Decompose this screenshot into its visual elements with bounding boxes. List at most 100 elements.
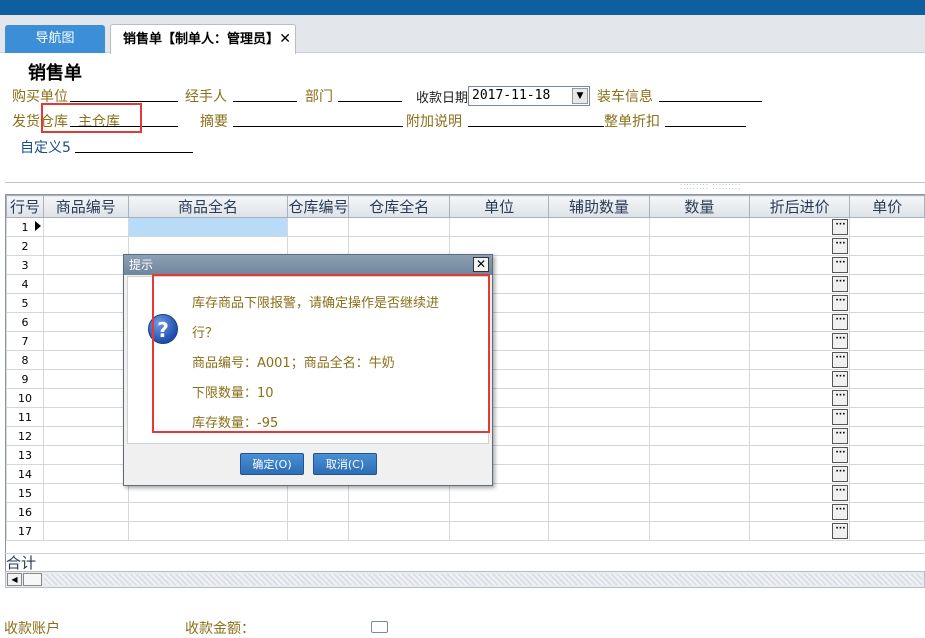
grid-cell[interactable] xyxy=(348,502,451,522)
grid-cell[interactable] xyxy=(648,312,750,332)
grid-cell[interactable] xyxy=(548,350,650,370)
grid-cell[interactable] xyxy=(648,521,750,541)
grid-cell[interactable] xyxy=(648,464,750,484)
ok-button[interactable]: 确定(O) xyxy=(240,453,304,475)
grid-cell[interactable] xyxy=(42,255,129,275)
row-number[interactable]: 17 xyxy=(6,521,44,541)
grid-cell[interactable]: ··· xyxy=(748,350,851,370)
grid-cell[interactable] xyxy=(648,502,750,522)
note-field[interactable] xyxy=(468,126,604,127)
grid-cell[interactable] xyxy=(548,312,650,332)
grid-cell[interactable] xyxy=(42,217,129,237)
grid-cell[interactable] xyxy=(548,255,650,275)
table-row[interactable]: 17 ··· xyxy=(6,521,925,541)
tab-sales-order[interactable]: 销售单【制单人：管理员】 ✕ xyxy=(110,24,296,54)
grid-cell[interactable] xyxy=(548,502,650,522)
row-number[interactable]: 6 xyxy=(6,312,44,332)
ellipsis-button[interactable]: ··· xyxy=(832,276,849,292)
grid-cell[interactable] xyxy=(348,521,451,541)
ellipsis-button[interactable]: ··· xyxy=(832,371,849,387)
ellipsis-button[interactable]: ··· xyxy=(832,409,849,425)
ellipsis-button[interactable]: ··· xyxy=(832,333,849,349)
grid-cell[interactable]: ··· xyxy=(748,388,851,408)
grid-cell[interactable] xyxy=(849,274,925,294)
grid-cell[interactable] xyxy=(449,521,550,541)
grid-cell[interactable] xyxy=(548,274,650,294)
grid-cell[interactable] xyxy=(449,483,550,503)
ellipsis-button[interactable]: ··· xyxy=(832,428,849,444)
grid-cell[interactable] xyxy=(648,407,750,427)
col-header-qty[interactable]: 数量 xyxy=(648,195,750,218)
grid-cell[interactable] xyxy=(849,407,925,427)
ellipsis-button[interactable]: ··· xyxy=(832,219,849,235)
grid-cell[interactable] xyxy=(287,521,350,541)
grid-cell[interactable]: ··· xyxy=(748,407,851,427)
grid-cell[interactable] xyxy=(42,483,129,503)
ellipsis-button[interactable]: ··· xyxy=(832,257,849,273)
grid-cell[interactable] xyxy=(127,217,289,237)
chevron-down-icon[interactable]: ▼ xyxy=(572,88,588,104)
dialog-title-bar[interactable]: 提示 ✕ xyxy=(124,255,492,275)
ellipsis-button[interactable]: ··· xyxy=(832,447,849,463)
horizontal-scrollbar[interactable]: ◀ xyxy=(5,571,925,588)
grid-cell[interactable] xyxy=(648,445,750,465)
row-number[interactable]: 14 xyxy=(6,464,44,484)
grid-cell[interactable] xyxy=(42,426,129,446)
cancel-button[interactable]: 取消(C) xyxy=(313,453,377,475)
row-number[interactable]: 1 xyxy=(6,217,44,237)
row-number[interactable]: 9 xyxy=(6,369,44,389)
grid-cell[interactable] xyxy=(849,350,925,370)
ellipsis-button[interactable]: ··· xyxy=(832,295,849,311)
summary-field[interactable] xyxy=(233,126,403,127)
grid-cell[interactable] xyxy=(648,350,750,370)
grid-cell[interactable] xyxy=(648,293,750,313)
grid-cell[interactable] xyxy=(849,388,925,408)
grid-cell[interactable]: ··· xyxy=(748,236,851,256)
row-number[interactable]: 13 xyxy=(6,445,44,465)
grid-cell[interactable] xyxy=(42,274,129,294)
grid-cell[interactable] xyxy=(548,445,650,465)
grid-cell[interactable] xyxy=(849,502,925,522)
grid-cell[interactable] xyxy=(648,255,750,275)
grid-cell[interactable] xyxy=(449,502,550,522)
grid-cell[interactable] xyxy=(42,350,129,370)
grid-cell[interactable]: ··· xyxy=(748,217,851,237)
grid-cell[interactable] xyxy=(548,521,650,541)
grid-cell[interactable]: ··· xyxy=(748,464,851,484)
grid-cell[interactable] xyxy=(287,502,350,522)
row-number[interactable]: 10 xyxy=(6,388,44,408)
col-header-unit[interactable]: 单位 xyxy=(449,195,550,218)
grid-cell[interactable] xyxy=(849,426,925,446)
grid-cell[interactable] xyxy=(42,388,129,408)
grid-cell[interactable] xyxy=(348,236,451,256)
grid-cell[interactable] xyxy=(849,236,925,256)
grid-cell[interactable] xyxy=(548,293,650,313)
col-header-product-code[interactable]: 商品编号 xyxy=(42,195,129,218)
grid-cell[interactable] xyxy=(648,369,750,389)
ellipsis-button[interactable]: ··· xyxy=(832,352,849,368)
grid-cell[interactable] xyxy=(849,255,925,275)
table-row[interactable]: 2 ··· xyxy=(6,236,925,256)
table-row[interactable]: 15 ··· xyxy=(6,483,925,503)
grid-cell[interactable] xyxy=(42,407,129,427)
grid-cell[interactable] xyxy=(548,426,650,446)
ellipsis-button[interactable]: ··· xyxy=(832,314,849,330)
grid-cell[interactable] xyxy=(548,407,650,427)
grid-cell[interactable] xyxy=(42,312,129,332)
grid-cell[interactable] xyxy=(648,236,750,256)
grid-cell[interactable]: ··· xyxy=(748,521,851,541)
grid-cell[interactable] xyxy=(127,502,289,522)
scroll-left-icon[interactable]: ◀ xyxy=(7,573,22,586)
buyer-field[interactable] xyxy=(70,101,178,102)
ellipsis-button[interactable]: ··· xyxy=(832,466,849,482)
table-row[interactable]: 1 ··· xyxy=(6,217,925,237)
grid-cell[interactable] xyxy=(287,217,350,237)
close-icon[interactable]: ✕ xyxy=(473,257,489,272)
scroll-thumb[interactable] xyxy=(23,573,42,586)
col-header-unit-price[interactable]: 单价 xyxy=(849,195,925,218)
scroll-track[interactable] xyxy=(44,574,922,585)
grid-cell[interactable] xyxy=(849,483,925,503)
col-header-row-no[interactable]: 行号 xyxy=(6,195,44,218)
discount-field[interactable] xyxy=(665,126,746,127)
ellipsis-button[interactable]: ··· xyxy=(832,485,849,501)
